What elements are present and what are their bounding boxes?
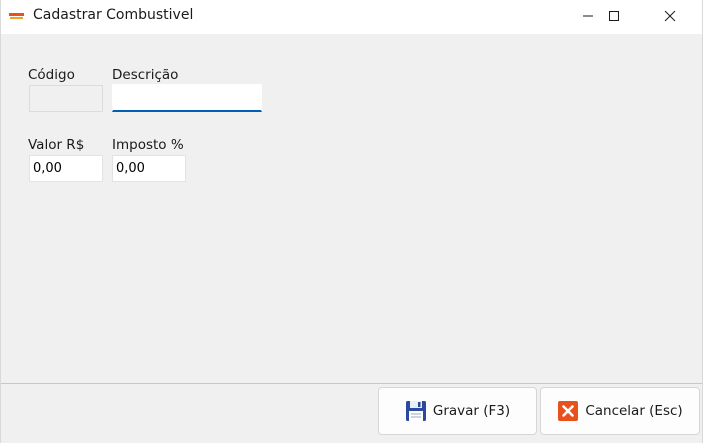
valor-label: Valor R$ bbox=[28, 137, 85, 153]
imposto-field[interactable] bbox=[112, 155, 186, 182]
app-logo-icon bbox=[9, 12, 24, 21]
dialog-window: Cadastrar Combustivel Código Descrição V… bbox=[0, 0, 703, 443]
imposto-label: Imposto % bbox=[112, 137, 184, 153]
footer-divider bbox=[1, 383, 702, 384]
title-bar[interactable]: Cadastrar Combustivel bbox=[1, 0, 702, 34]
cancel-button-label: Cancelar (Esc) bbox=[585, 403, 683, 419]
maximize-button[interactable] bbox=[591, 0, 637, 32]
close-button[interactable] bbox=[647, 0, 693, 32]
maximize-icon bbox=[609, 11, 619, 21]
window-title: Cadastrar Combustivel bbox=[33, 7, 194, 23]
descricao-field[interactable] bbox=[112, 84, 262, 112]
close-icon bbox=[664, 10, 676, 22]
descricao-label: Descrição bbox=[112, 67, 179, 83]
red-x-icon bbox=[558, 401, 579, 421]
floppy-disk-icon bbox=[405, 401, 426, 421]
codigo-label: Código bbox=[28, 67, 75, 83]
save-button-label: Gravar (F3) bbox=[432, 403, 511, 419]
codigo-field[interactable] bbox=[29, 85, 103, 112]
cancel-button[interactable]: Cancelar (Esc) bbox=[540, 387, 700, 435]
valor-field[interactable] bbox=[29, 155, 103, 182]
save-button[interactable]: Gravar (F3) bbox=[378, 387, 537, 435]
